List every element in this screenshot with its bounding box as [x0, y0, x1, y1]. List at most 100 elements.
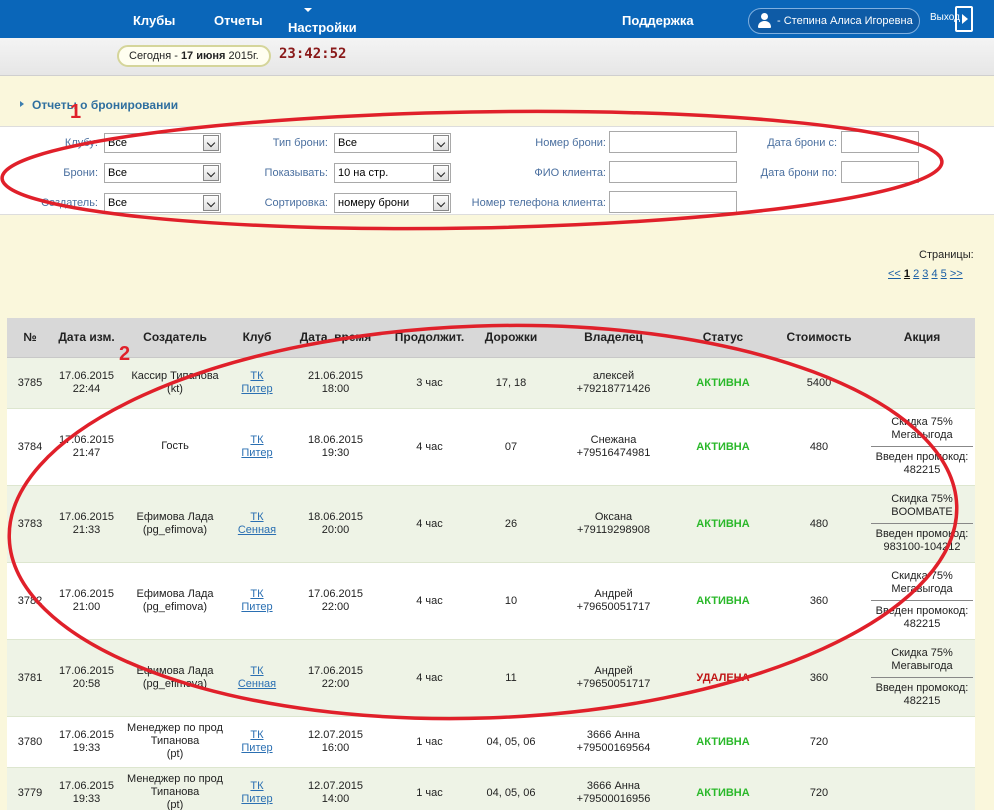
status-badge: АКТИВНА — [677, 485, 769, 563]
club-link-name[interactable]: Сенная — [232, 678, 282, 691]
cell-modified-time: 19:33 — [72, 792, 101, 805]
first-page-link[interactable]: << — [888, 268, 901, 280]
cell-datetime: 12.07.2015 14:00 — [284, 767, 387, 810]
page-link-5[interactable]: 5 — [941, 268, 947, 280]
filter-panel: Клубу: Все Брони: Все Создатель: Все Тип… — [0, 126, 994, 215]
cell-club: ТК Питер — [230, 357, 284, 409]
col-modified-date[interactable]: Дата изм. — [53, 318, 120, 358]
cell-booking-date: 18.06.2015 — [307, 433, 364, 446]
table-row[interactable]: 3781 17.06.2015 20:58 Ефимова Лада (pg_efimo… — [7, 639, 975, 717]
nav-settings[interactable]: Настройки — [288, 20, 357, 35]
club-link-name[interactable]: Питер — [232, 742, 282, 755]
cell-owner-name: Снежана — [590, 433, 637, 446]
club-link-type[interactable]: ТК — [232, 434, 282, 447]
cell-duration: 4 час — [387, 562, 472, 640]
club-link-type[interactable]: ТК — [232, 370, 282, 383]
cell-owner-phone: +79516474981 — [576, 446, 651, 459]
cell-modified: 17.06.2015 19:33 — [53, 716, 120, 768]
table-row[interactable]: 3779 17.06.2015 19:33 Менеджер по прод Типа… — [7, 767, 975, 810]
table-row[interactable]: 3783 17.06.2015 21:33 Ефимова Лада (pg_efimo… — [7, 485, 975, 563]
cell-modified-date: 17.06.2015 — [58, 587, 115, 600]
club-link-type[interactable]: ТК — [232, 729, 282, 742]
date-from-input[interactable] — [841, 131, 919, 153]
date-bar: Сегодня - 17 июня 2015г. 23:42:52 — [0, 38, 994, 76]
col-promo[interactable]: Акция — [869, 318, 975, 358]
table-row[interactable]: 3782 17.06.2015 21:00 Ефимова Лада (pg_efimo… — [7, 562, 975, 640]
col-owner[interactable]: Владелец — [550, 318, 677, 358]
cell-booking-date: 12.07.2015 — [307, 728, 364, 741]
nav-reports[interactable]: Отчеты — [214, 13, 263, 28]
chevron-down-icon — [203, 165, 219, 181]
name-filter-input[interactable] — [609, 161, 737, 183]
cell-duration: 4 час — [387, 639, 472, 717]
col-status[interactable]: Статус — [677, 318, 769, 358]
cell-lanes: 04, 05, 06 — [472, 767, 550, 810]
club-filter-select[interactable]: Все — [104, 133, 221, 153]
promo-divider — [871, 600, 973, 601]
page-link-4[interactable]: 4 — [931, 268, 937, 280]
page-link-1[interactable]: 1 — [904, 268, 910, 280]
promo-discount: Скидка 75% BOOMBATE — [891, 493, 953, 518]
status-badge: АКТИВНА — [677, 357, 769, 409]
cell-modified: 17.06.2015 21:00 — [53, 562, 120, 640]
table-row[interactable]: 3784 17.06.2015 21:47 Гость ТК Питер 18.06.201… — [7, 408, 975, 486]
status-badge: АКТИВНА — [677, 767, 769, 810]
cell-creator: Кассир Типанова (kt) — [120, 357, 230, 409]
cell-owner-phone: +79119298908 — [577, 523, 650, 536]
cell-club: ТК Питер — [230, 767, 284, 810]
number-filter-input[interactable] — [609, 131, 737, 153]
col-datetime[interactable]: Дата, время — [284, 318, 387, 358]
col-creator[interactable]: Создатель — [120, 318, 230, 358]
table-row[interactable]: 3780 17.06.2015 19:33 Менеджер по прод Типа… — [7, 716, 975, 768]
cell-booking-date: 12.07.2015 — [307, 779, 364, 792]
page-link-3[interactable]: 3 — [922, 268, 928, 280]
date-to-label: Дата брони по: — [760, 167, 837, 179]
promo-info: Скидка 75% Мегавыгода Введен промокод: 48… — [871, 647, 973, 708]
type-filter-select[interactable]: Все — [334, 133, 451, 153]
promo-divider — [871, 446, 973, 447]
cell-duration: 3 час — [387, 357, 472, 409]
club-link-type[interactable]: ТК — [232, 588, 282, 601]
date-to-input[interactable] — [841, 161, 919, 183]
nav-clubs[interactable]: Клубы — [133, 13, 175, 28]
cell-cost: 480 — [769, 408, 869, 486]
cell-creator: Ефимова Лада (pg_efimova) — [120, 639, 230, 717]
user-profile-button[interactable]: - Степина Алиса Игоревна — [748, 8, 920, 34]
creator-filter-select[interactable]: Все — [104, 193, 221, 213]
nav-support[interactable]: Поддержка — [622, 13, 694, 28]
section-title[interactable]: Отчеты о бронировании — [32, 98, 178, 112]
col-cost[interactable]: Стоимость — [769, 318, 869, 358]
cell-booking-time: 22:00 — [321, 677, 350, 690]
cell-creator-name: Менеджер по прод Типанова — [127, 722, 223, 747]
cell-booking-time: 16:00 — [321, 741, 350, 754]
club-link-name[interactable]: Питер — [232, 601, 282, 614]
sort-filter-select[interactable]: номеру брони — [334, 193, 451, 213]
cell-modified-date: 17.06.2015 — [58, 433, 115, 446]
pages-label: Страницы: — [919, 249, 974, 261]
bookings-filter-select[interactable]: Все — [104, 163, 221, 183]
status-badge: АКТИВНА — [677, 562, 769, 640]
show-filter-select[interactable]: 10 на стр. — [334, 163, 451, 183]
table-row[interactable]: 3785 17.06.2015 22:44 Кассир Типанова (kt) ТК… — [7, 357, 975, 409]
col-number[interactable]: № — [7, 318, 53, 358]
next-page-link[interactable]: >> — [950, 268, 963, 280]
page-link-2[interactable]: 2 — [913, 268, 919, 280]
club-link-name[interactable]: Питер — [232, 793, 282, 806]
col-duration[interactable]: Продолжит. — [387, 318, 472, 358]
club-link-type[interactable]: ТК — [232, 780, 282, 793]
chevron-down-icon — [433, 135, 449, 151]
cell-booking-date: 17.06.2015 — [307, 664, 364, 677]
logout-icon[interactable] — [955, 6, 973, 32]
cell-club: ТК Сенная — [230, 485, 284, 563]
col-lanes[interactable]: Дорожки — [472, 318, 550, 358]
promo-code: Введен промокод: 983100-104212 — [875, 528, 969, 553]
club-link-name[interactable]: Сенная — [232, 524, 282, 537]
club-link-name[interactable]: Питер — [232, 383, 282, 396]
cell-creator-login: (pt) — [166, 748, 184, 760]
col-club[interactable]: Клуб — [230, 318, 284, 358]
club-link-name[interactable]: Питер — [232, 447, 282, 460]
club-link-type[interactable]: ТК — [232, 665, 282, 678]
club-link-type[interactable]: ТК — [232, 511, 282, 524]
bookings-filter-label: Брони: — [63, 167, 98, 179]
phone-filter-input[interactable] — [609, 191, 737, 213]
